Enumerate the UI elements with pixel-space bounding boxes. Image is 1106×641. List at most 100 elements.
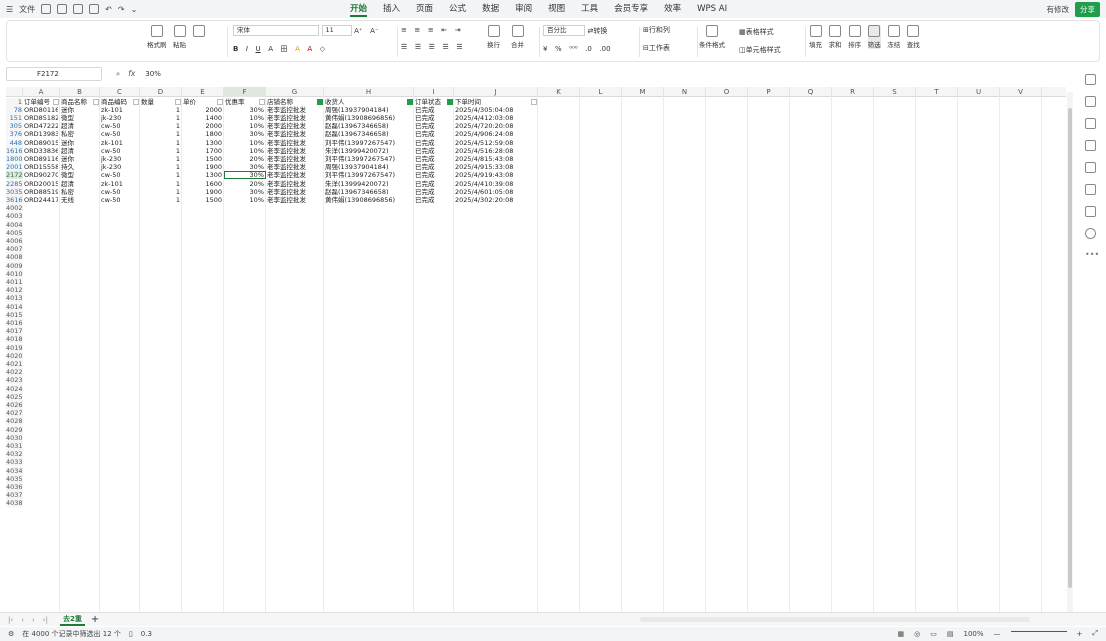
row-header[interactable]: 3616 [6, 195, 23, 204]
filter-dropdown-icon[interactable] [217, 98, 223, 105]
share-button[interactable]: 分享 [1075, 2, 1100, 17]
font-color-icon[interactable]: A [307, 45, 312, 53]
table-cell[interactable]: 1 [141, 106, 180, 114]
row-header[interactable]: 4007 [6, 245, 23, 254]
italic-button[interactable]: I [246, 45, 248, 53]
paste-button[interactable]: 粘贴 [173, 25, 186, 49]
layout-icon[interactable] [1085, 206, 1096, 217]
table-cell[interactable]: ORD24417687899 [24, 196, 58, 204]
table-cell[interactable]: 1 [141, 188, 180, 196]
table-cell[interactable]: 老李监控批发 [267, 122, 322, 130]
filter-dropdown-icon[interactable] [447, 98, 453, 105]
prev-sheet-icon[interactable]: ‹ [21, 616, 24, 624]
table-cell[interactable]: 周强(13937904184) [325, 106, 412, 114]
print-preview-icon[interactable] [89, 4, 100, 14]
table-cell[interactable]: 1 [141, 171, 180, 179]
cut-button[interactable] [192, 25, 205, 39]
cell-style-button[interactable]: ◫单元格样式 [739, 45, 781, 55]
menu-tab[interactable]: 视图 [540, 0, 573, 18]
row-header[interactable]: 305 [6, 122, 23, 131]
clear-format-icon[interactable]: ◇ [320, 45, 325, 53]
table-cell[interactable]: 10% [225, 147, 264, 155]
table-cell[interactable]: 赵磊(13967346658) [325, 122, 412, 130]
collapse-icon[interactable] [1085, 74, 1096, 85]
table-cell[interactable]: 已完成 [415, 114, 452, 122]
header-cell[interactable]: 商品编码 [101, 98, 139, 106]
tools-icon[interactable] [1085, 162, 1096, 173]
fill-button[interactable]: 填充 [809, 25, 822, 49]
row-header[interactable]: 4005 [6, 228, 23, 237]
table-cell[interactable]: 10% [225, 196, 264, 204]
row-header[interactable]: 4028 [6, 417, 23, 426]
table-cell[interactable]: ORD88519169824 [24, 188, 58, 196]
table-cell[interactable]: 老李监控批发 [267, 163, 322, 171]
row-header[interactable]: 4038 [6, 499, 23, 508]
menu-tab[interactable]: 开始 [342, 0, 375, 18]
menu-tab[interactable]: WPS AI [689, 0, 735, 18]
table-cell[interactable]: 老李监控批发 [267, 180, 322, 188]
column-header[interactable]: L [580, 87, 622, 97]
row-header[interactable]: 4031 [6, 441, 23, 450]
modified-indicator[interactable]: 有修改 [1047, 4, 1070, 15]
fx-icon[interactable]: fx [128, 69, 135, 79]
table-cell[interactable]: 1 [141, 130, 180, 138]
table-cell[interactable]: 30% [225, 106, 264, 114]
filter-dropdown-icon[interactable] [259, 98, 265, 105]
table-cell[interactable]: 刘平伟(13997267547) [325, 155, 412, 163]
zoom-out-icon[interactable]: — [994, 630, 1001, 638]
align-right-icon[interactable]: ☰ [429, 43, 435, 51]
table-cell[interactable]: ORD89116174218 [24, 155, 58, 163]
row-header[interactable]: 4022 [6, 368, 23, 377]
zoom-slider[interactable] [1010, 631, 1067, 632]
table-cell[interactable]: 已完成 [415, 171, 452, 179]
row-header[interactable]: 376 [6, 130, 23, 139]
table-cell[interactable]: 超清 [61, 122, 98, 130]
table-cell[interactable]: 周强(13937904184) [325, 163, 412, 171]
table-cell[interactable]: 2025/4/915:33:08 [455, 163, 536, 171]
percent-icon[interactable]: % [555, 45, 562, 53]
table-cell[interactable]: 1900 [183, 188, 222, 196]
zoom-level[interactable]: 100% [964, 630, 984, 638]
table-cell[interactable]: jk-230 [101, 114, 138, 122]
column-header[interactable]: S [874, 87, 916, 97]
table-cell[interactable]: 1 [141, 114, 180, 122]
table-cell[interactable]: cw-50 [101, 122, 138, 130]
convert-button[interactable]: ⇄转换 [588, 26, 608, 36]
table-cell[interactable]: 超清 [61, 180, 98, 188]
row-header[interactable]: 4018 [6, 335, 23, 344]
table-cell[interactable]: jk-230 [101, 155, 138, 163]
strikethrough-button[interactable]: A [268, 45, 273, 53]
table-cell[interactable]: 私密 [61, 130, 98, 138]
column-header[interactable]: O [706, 87, 748, 97]
table-cell[interactable]: 2025/4/512:59:08 [455, 139, 536, 147]
next-sheet-icon[interactable]: › [32, 616, 35, 624]
row-header[interactable]: 1 [6, 97, 23, 106]
filter-dropdown-icon[interactable] [175, 98, 181, 105]
row-header[interactable]: 4034 [6, 466, 23, 475]
table-cell[interactable]: 1 [141, 163, 180, 171]
row-header[interactable]: 2285 [6, 179, 23, 188]
row-header[interactable]: 151 [6, 113, 23, 122]
table-cell[interactable]: 2025/4/516:28:08 [455, 147, 536, 155]
column-header[interactable]: G [266, 87, 324, 97]
column-header[interactable]: C [100, 87, 140, 97]
table-cell[interactable]: ORD90270105951 [24, 171, 58, 179]
column-header[interactable]: D [140, 87, 182, 97]
grow-font-icon[interactable]: A⁺ [354, 27, 362, 35]
table-cell[interactable]: 老李监控批发 [267, 155, 322, 163]
header-cell[interactable]: 收货人 [325, 98, 413, 106]
table-cell[interactable]: 老李监控批发 [267, 188, 322, 196]
menu-tab[interactable]: 会员专享 [606, 0, 656, 18]
more-icon[interactable]: ••• [1085, 250, 1099, 259]
table-cell[interactable]: ORD80116574147 [24, 106, 58, 114]
column-header[interactable]: Q [790, 87, 832, 97]
table-cell[interactable]: jk-230 [101, 163, 138, 171]
filter-dropdown-icon[interactable] [133, 98, 139, 105]
row-header[interactable]: 2172 [6, 171, 23, 180]
column-header[interactable]: B [60, 87, 100, 97]
table-cell[interactable]: 2025/4/412:03:08 [455, 114, 536, 122]
header-cell[interactable]: 下单时间 [455, 98, 537, 106]
table-cell[interactable]: 2025/4/305:04:08 [455, 106, 536, 114]
table-cell[interactable]: 1500 [183, 155, 222, 163]
row-header[interactable]: 4006 [6, 236, 23, 245]
